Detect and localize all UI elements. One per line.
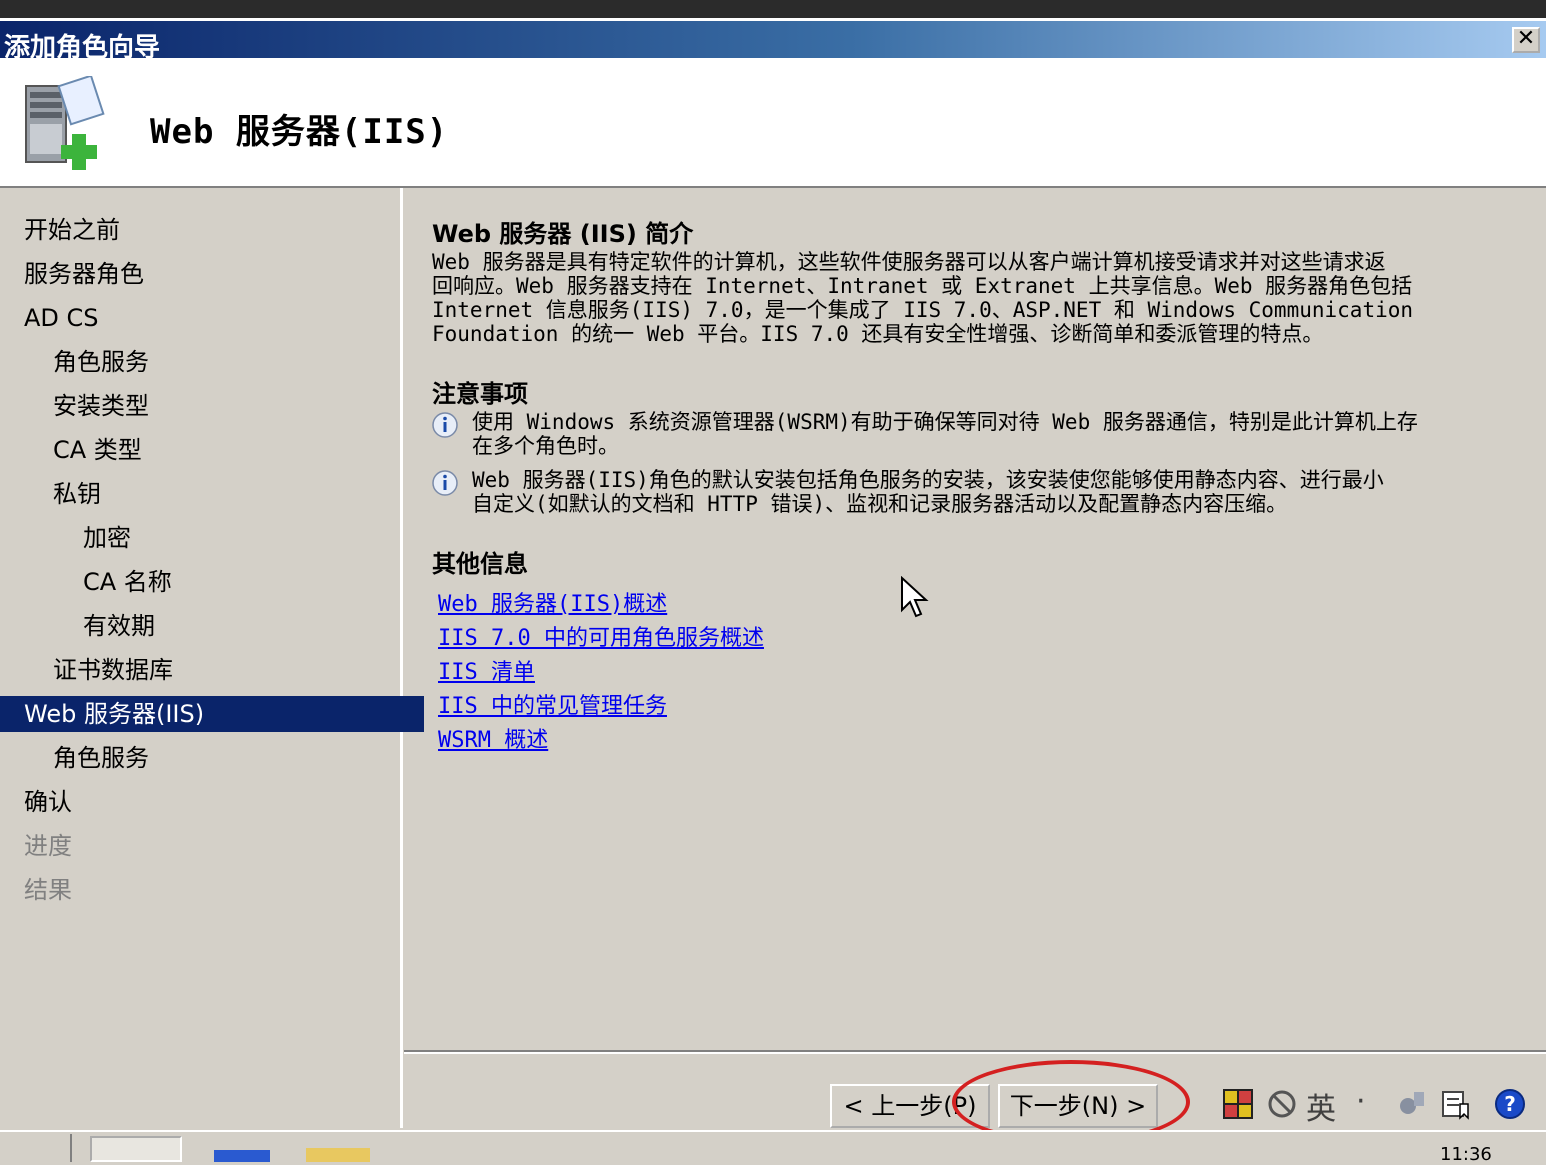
intro-line: Web 服务器是具有特定软件的计算机，这些软件使服务器可以从客户端计算机接受请求… <box>432 250 1386 274</box>
note-item: 使用 Windows 系统资源管理器(WSRM)有助于确保等同对待 Web 服务… <box>432 410 1522 462</box>
step-results: 结果 <box>24 876 72 904</box>
wizard-steps-sidebar: 开始之前 服务器角色 AD CS 角色服务 安装类型 CA 类型 私钥 加密 C… <box>0 188 424 1128</box>
intro-line: Internet 信息服务(IIS) 7.0，是一个集成了 IIS 7.0、AS… <box>432 298 1414 322</box>
link-wsrm-overview[interactable]: WSRM 概述 <box>438 722 548 754</box>
taskbar <box>0 1130 1546 1162</box>
link-iis-admin-tasks[interactable]: IIS 中的常见管理任务 <box>438 688 667 720</box>
step-certificate-database[interactable]: 证书数据库 <box>0 652 453 688</box>
note-item: Web 服务器(IIS)角色的默认安装包括角色服务的安装，该安装使您能够使用静态… <box>432 468 1522 520</box>
screen-top-strip <box>0 0 1546 18</box>
step-confirmation[interactable]: 确认 <box>0 784 424 820</box>
button-area-divider <box>404 1050 1546 1054</box>
notes-heading: 注意事项 <box>432 380 528 408</box>
step-adcs-role-services[interactable]: 角色服务 <box>0 344 453 380</box>
wizard-page-title: Web 服务器(IIS) <box>150 112 449 152</box>
taskbar-server-manager-button[interactable] <box>90 1136 182 1162</box>
step-ad-cs[interactable]: AD CS <box>0 300 424 336</box>
help-icon[interactable]: ? <box>1494 1088 1526 1120</box>
svg-text:?: ? <box>1504 1092 1516 1116</box>
note-line: 自定义(如默认的文档和 HTTP 错误)、监视和记录服务器活动以及配置静态内容压… <box>472 492 1288 516</box>
link-iis-checklist[interactable]: IIS 清单 <box>438 654 535 686</box>
step-setup-type[interactable]: 安装类型 <box>0 388 453 424</box>
step-iis-role-services[interactable]: 角色服务 <box>0 740 453 776</box>
step-ca-type[interactable]: CA 类型 <box>0 432 453 468</box>
intro-heading: Web 服务器 (IIS) 简介 <box>432 220 694 248</box>
title-bar[interactable]: 添加角色向导 ✕ <box>0 18 1546 63</box>
note-text: Web 服务器(IIS)角色的默认安装包括角色服务的安装，该安装使您能够使用静态… <box>472 468 1522 516</box>
next-button[interactable]: 下一步(N) > <box>998 1084 1158 1128</box>
intro-paragraph: Web 服务器是具有特定软件的计算机，这些软件使服务器可以从客户端计算机接受请求… <box>432 250 1522 346</box>
intro-line: 回响应。Web 服务器支持在 Internet、Intranet 或 Extra… <box>432 274 1413 298</box>
link-role-services-overview[interactable]: IIS 7.0 中的可用角色服务概述 <box>438 620 764 652</box>
step-private-key[interactable]: 私钥 <box>0 476 453 512</box>
no-entry-icon[interactable] <box>1266 1088 1298 1120</box>
link-iis-overview[interactable]: Web 服务器(IIS)概述 <box>438 586 667 618</box>
step-server-roles[interactable]: 服务器角色 <box>0 256 424 292</box>
info-icon <box>432 412 458 438</box>
ime-language-label[interactable]: 英 <box>1306 1084 1336 1128</box>
more-info-heading: 其他信息 <box>432 550 528 578</box>
step-web-server-iis[interactable]: Web 服务器(IIS) <box>0 696 424 732</box>
step-progress: 进度 <box>24 832 72 860</box>
note-line: 在多个角色时。 <box>472 434 619 458</box>
ime-tools-icon[interactable] <box>1396 1088 1428 1120</box>
mouse-cursor-icon <box>901 576 929 618</box>
step-before-you-begin[interactable]: 开始之前 <box>0 212 424 248</box>
ime-mspy-icon[interactable] <box>1222 1088 1254 1120</box>
close-button[interactable]: ✕ <box>1512 27 1540 53</box>
taskbar-powershell-button[interactable] <box>214 1150 270 1162</box>
server-add-icon <box>25 76 105 170</box>
taskbar-clock: 11:36 <box>1440 1144 1492 1165</box>
back-button[interactable]: < 上一步(P) <box>830 1084 990 1128</box>
wizard-header: Web 服务器(IIS) <box>0 58 1546 188</box>
note-line: Web 服务器(IIS)角色的默认安装包括角色服务的安装，该安装使您能够使用静态… <box>472 468 1384 492</box>
intro-line: Foundation 的统一 Web 平台。IIS 7.0 还具有安全性增强、诊… <box>432 322 1324 346</box>
ime-pad-icon[interactable] <box>1440 1088 1472 1120</box>
note-text: 使用 Windows 系统资源管理器(WSRM)有助于确保等同对待 Web 服务… <box>472 410 1522 458</box>
info-icon <box>432 470 458 496</box>
note-line: 使用 Windows 系统资源管理器(WSRM)有助于确保等同对待 Web 服务… <box>472 410 1418 434</box>
taskbar-separator <box>70 1134 72 1162</box>
ime-punctuation-dot: · <box>1356 1084 1366 1119</box>
wizard-content: Web 服务器 (IIS) 简介 Web 服务器是具有特定软件的计算机，这些软件… <box>404 188 1546 1050</box>
